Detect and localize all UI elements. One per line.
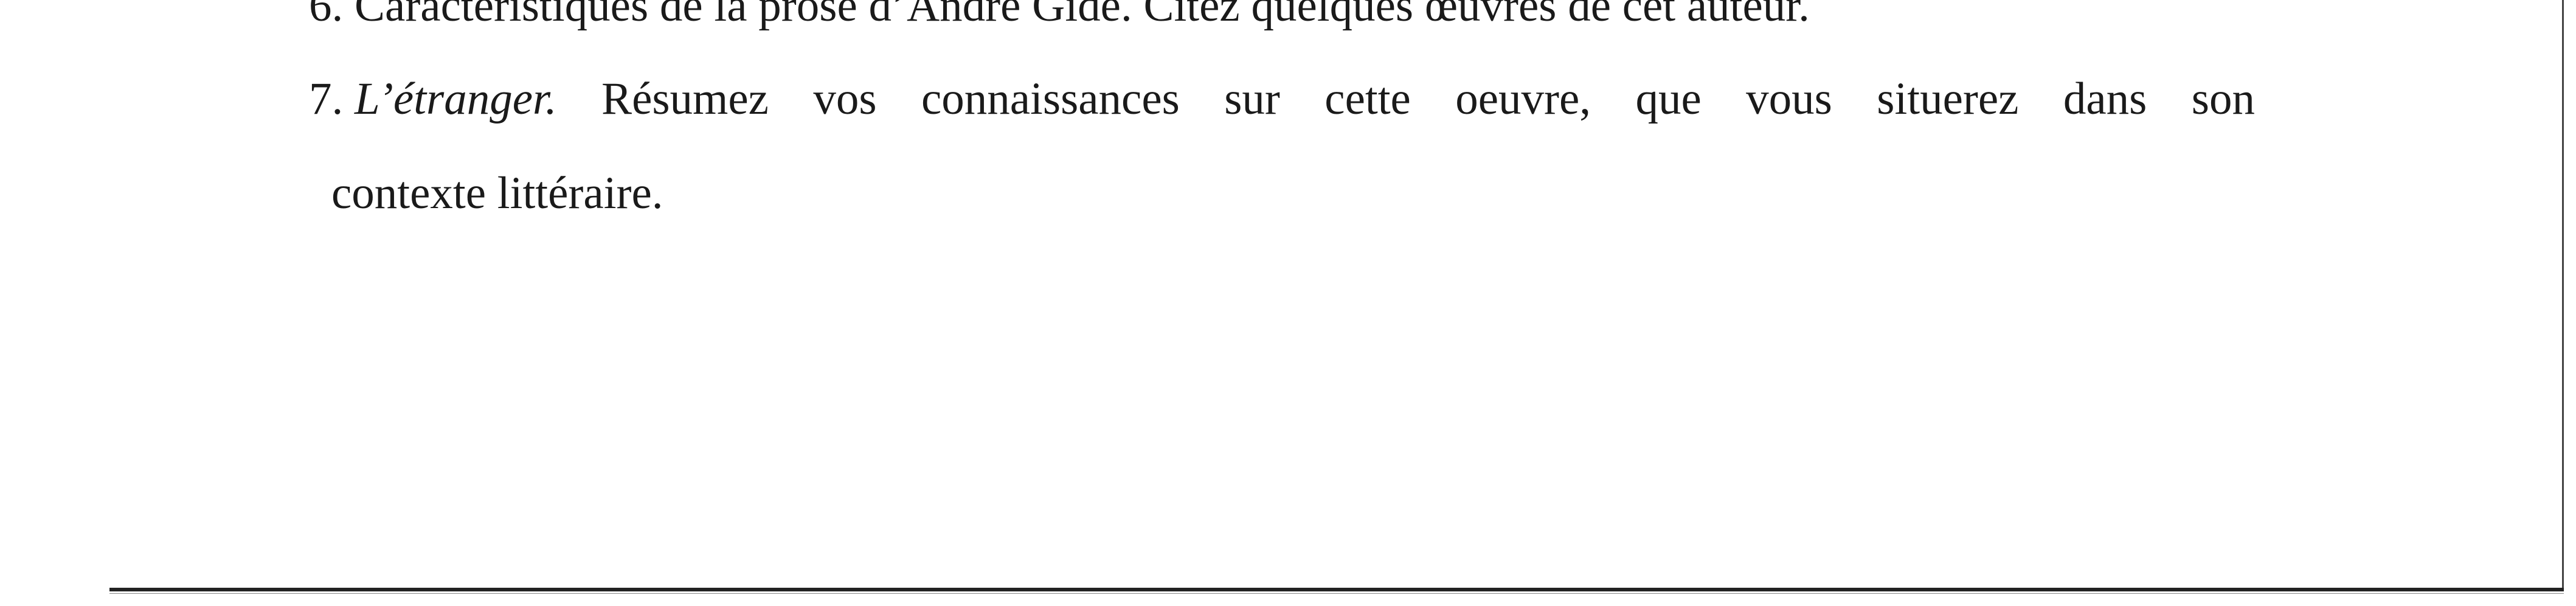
- question-7-word: situerez: [1877, 74, 2019, 124]
- question-7-number-and-title: 7. L’étranger.: [309, 76, 557, 122]
- question-7-word: oeuvre,: [1455, 74, 1591, 124]
- page-border-right: [2562, 0, 2564, 589]
- question-7-word: vos: [813, 74, 877, 124]
- question-7-word: dans: [2063, 74, 2147, 124]
- page-border-bottom-shadow: [109, 593, 2564, 594]
- question-7-line-1: 7. L’étranger. Résumez vos connaissances…: [309, 76, 2255, 122]
- question-7-title: L’étranger.: [355, 74, 557, 124]
- question-7-word: cette: [1324, 74, 1411, 124]
- question-7-word: connaissances: [921, 74, 1180, 124]
- question-7-word: sur: [1224, 74, 1280, 124]
- question-7-word: Résumez: [601, 74, 769, 124]
- question-6: 6. Caractéristiques de la prose d’André …: [309, 0, 1810, 31]
- question-7-word: son: [2191, 74, 2255, 124]
- question-7-line-2: contexte littéraire.: [331, 168, 663, 218]
- question-7-word: que: [1635, 74, 1702, 124]
- page-border-bottom: [109, 588, 2564, 591]
- document-page: 6. Caractéristiques de la prose d’André …: [0, 0, 2576, 606]
- question-7-word: vous: [1746, 74, 1832, 124]
- question-7-number: 7.: [309, 74, 344, 124]
